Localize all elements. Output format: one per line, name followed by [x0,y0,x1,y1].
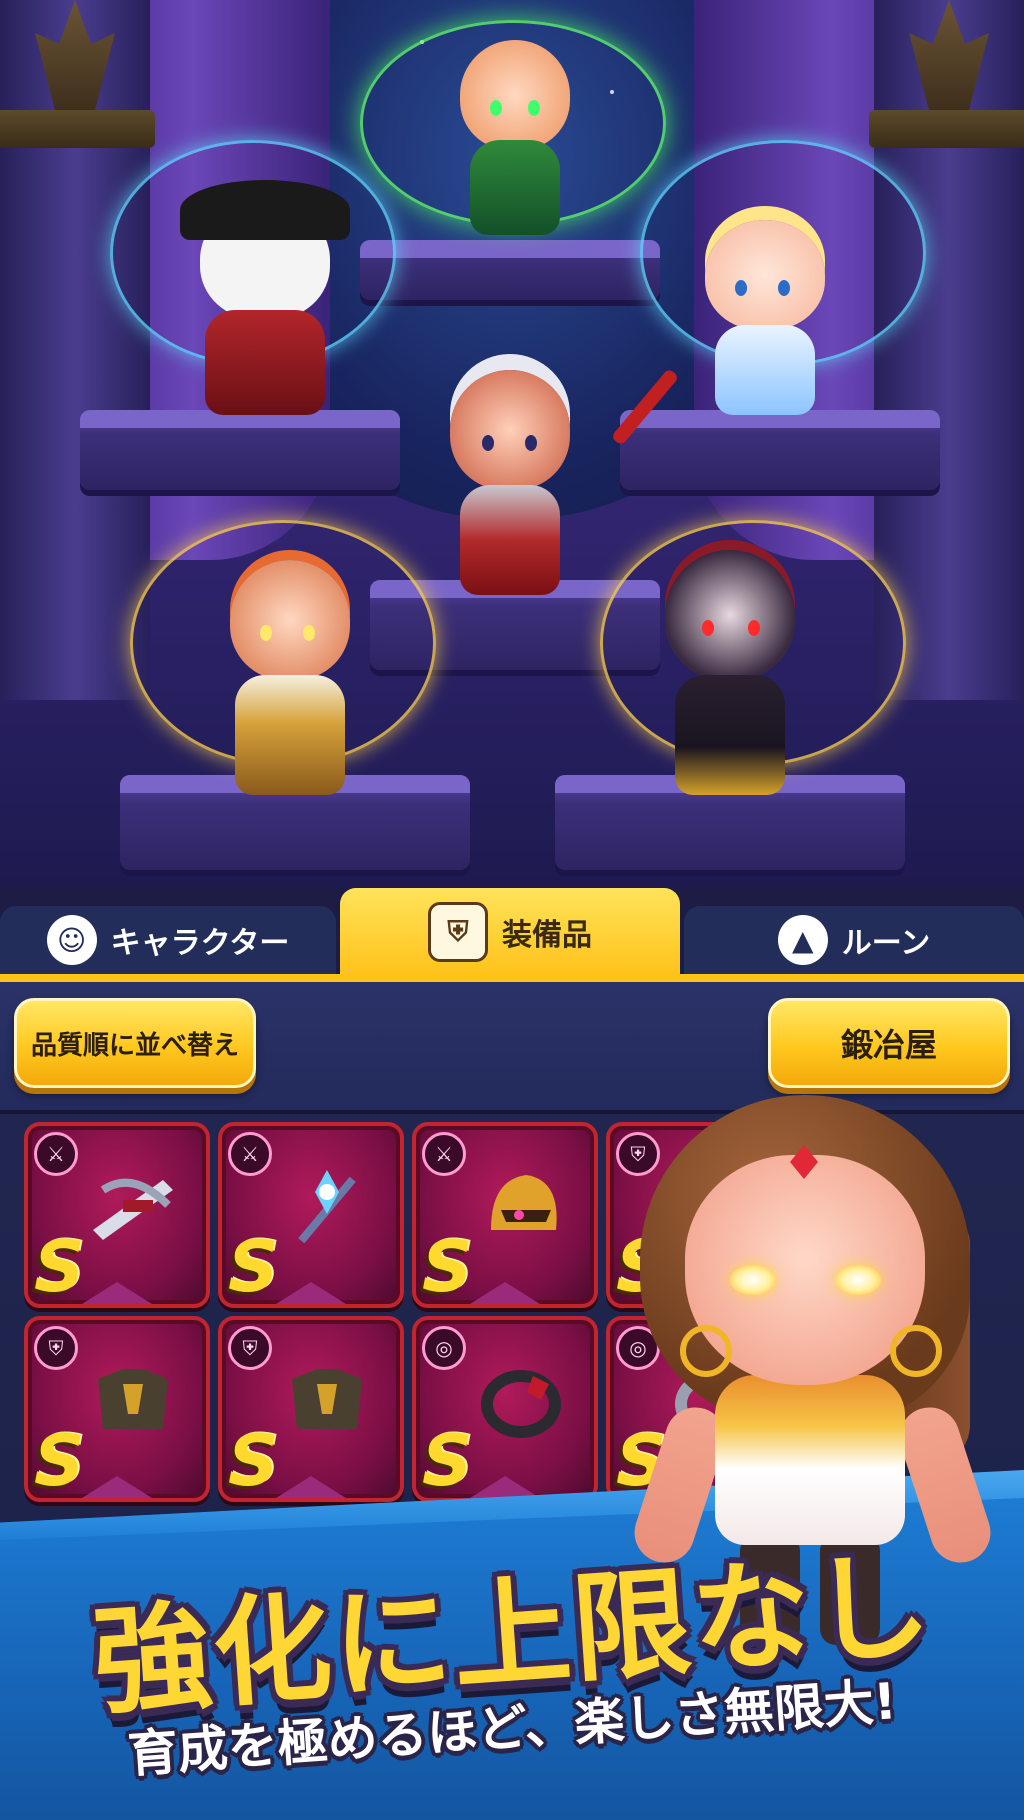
helmet-icon [491,1175,557,1230]
tab-equipment-label: 装備品 [502,918,592,953]
tab-character-label: キャラクター [110,926,290,961]
armor-icon [98,1369,168,1429]
pedestal-right-upper [620,410,940,490]
pillar-right [869,0,1024,700]
hoop-earring [890,1325,942,1377]
weapon-category-icon: ⚔ [34,1132,78,1176]
armor-category-icon: ⛨ [34,1326,78,1370]
grade-badge: S [34,1420,85,1502]
tab-character[interactable]: ☺ キャラクター [0,906,336,974]
hero-showcase [0,0,1024,900]
tab-bar: ☺ キャラクター ⛨ 装備品 ▲ ルーン [0,888,1024,976]
grade-badge: S [34,1226,85,1308]
ring-icon [481,1370,561,1438]
character-face-icon: ☺ [46,915,97,965]
weapon-category-icon: ⚔ [422,1132,466,1176]
crossbow-icon [93,1178,173,1240]
pillar-capital [0,110,155,148]
slot-marker [82,1282,152,1304]
glowing-eye [835,1265,881,1295]
hero-figure-dark[interactable] [640,530,820,800]
armor-category-icon: ⛨ [228,1326,272,1370]
grade-badge: S [228,1226,279,1308]
armor-chest-icon: ⛨ [428,902,488,962]
equipment-slot[interactable]: ⛨ S [24,1316,210,1502]
pedestal-left-upper [80,410,400,490]
armor-icon [292,1369,362,1429]
sort-by-quality-button[interactable]: 品質順に並べ替え [14,998,256,1088]
equipment-slot[interactable]: ◎ S [412,1316,598,1502]
pedestal-top [360,240,660,300]
tab-rune[interactable]: ▲ ルーン [684,906,1024,974]
fleur-ornament [35,0,115,110]
equipment-slot[interactable]: ⚔ S [218,1122,404,1308]
tab-equipment[interactable]: ⛨ 装備品 [340,888,680,976]
equipment-slot[interactable]: ⛨ S [218,1316,404,1502]
tab-rune-label: ルーン [841,926,931,961]
pillar-left [0,0,155,700]
glowing-eye [730,1265,776,1295]
rune-icon: ▲ [777,915,828,965]
hero-figure-valkyrie[interactable] [200,540,380,800]
hero-figure-horned[interactable] [420,360,600,600]
equipment-slot[interactable]: ⚔ S [24,1122,210,1308]
hero-figure-green[interactable] [440,30,590,240]
slot-marker [276,1282,346,1304]
weapon-category-icon: ⚔ [228,1132,272,1176]
hero-figure-pirate[interactable] [180,180,350,420]
hoop-earring [680,1325,732,1377]
staff-icon [298,1170,356,1244]
slot-marker [470,1282,540,1304]
ring-category-icon: ◎ [422,1326,466,1370]
slot-marker [82,1476,152,1498]
hero-figure-ice[interactable] [690,200,840,420]
slot-marker [470,1476,540,1498]
tab-underline [0,974,1024,982]
grade-badge: S [228,1420,279,1502]
grade-badge: S [422,1226,473,1308]
slot-marker [276,1476,346,1498]
pillar-capital [869,110,1024,148]
grade-badge: S [422,1420,473,1502]
equipment-slot[interactable]: ⚔ S [412,1122,598,1308]
fleur-ornament [909,0,989,110]
